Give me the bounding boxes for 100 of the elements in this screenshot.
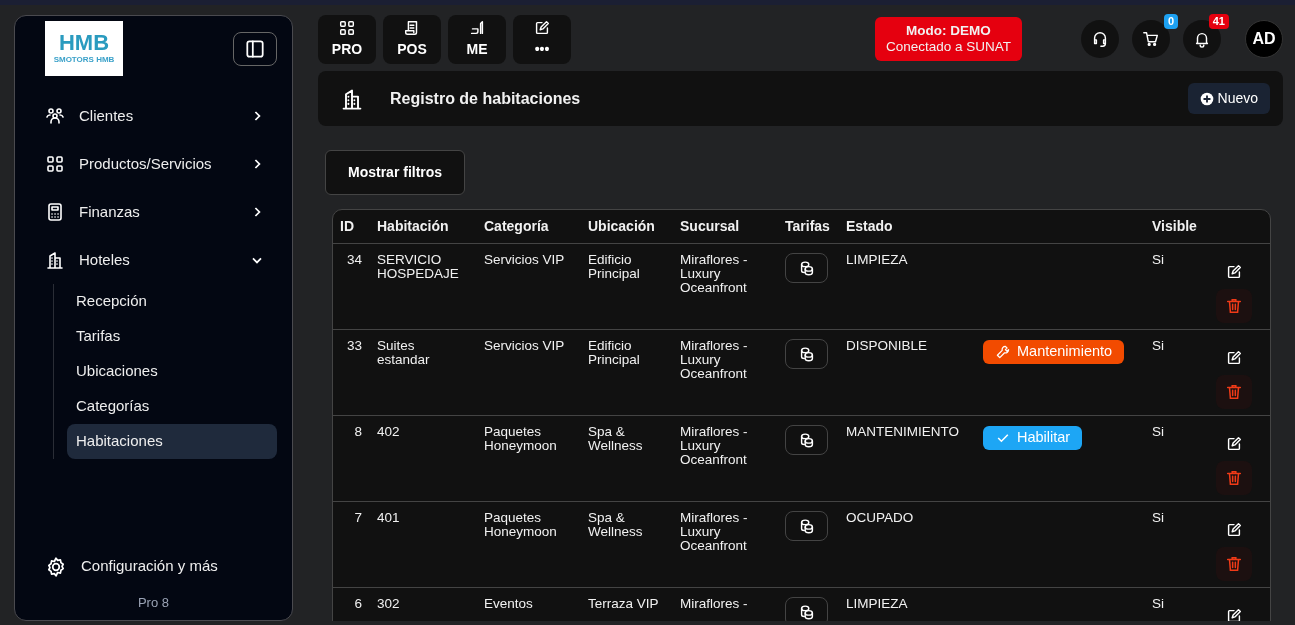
table-cell-text: Si bbox=[1151, 253, 1165, 269]
sidebar-item[interactable]: Productos/Servicios bbox=[30, 140, 277, 188]
status-text: DISPONIBLE bbox=[845, 339, 929, 355]
submenu-item[interactable]: Ubicaciones bbox=[67, 354, 277, 389]
column-header: Ubicación bbox=[587, 217, 656, 236]
logo-caption: SMOTORS HMB bbox=[53, 53, 115, 66]
submenu-item[interactable]: Recepción bbox=[67, 284, 277, 319]
delete-button[interactable] bbox=[1216, 547, 1252, 581]
table-cell-text: 7 bbox=[353, 511, 363, 527]
support-button[interactable] bbox=[1081, 20, 1119, 58]
table-cell-text: 8 bbox=[353, 425, 363, 441]
table-cell-text: Spa & Wellness bbox=[587, 511, 644, 542]
trash-icon bbox=[1225, 383, 1243, 401]
bell-icon bbox=[1193, 30, 1211, 48]
table-cell-text: Si bbox=[1151, 511, 1165, 527]
table-cell-text: Servicios VIP bbox=[483, 253, 566, 269]
table-cell-text: Miraflores - Luxury Oceanfront bbox=[679, 511, 749, 556]
settings-link[interactable]: Configuración y más bbox=[30, 542, 277, 591]
table-cell-text: Paquetes Honeymoon bbox=[483, 425, 558, 456]
table-cell-text: Si bbox=[1151, 339, 1165, 355]
sidebar-item[interactable]: Clientes bbox=[30, 92, 277, 140]
trash-icon bbox=[1225, 297, 1243, 315]
sidebar-icon bbox=[244, 38, 266, 60]
table-cell-text: Miraflores - bbox=[679, 597, 749, 613]
cart-button[interactable] bbox=[1132, 20, 1170, 58]
column-header: Categoría bbox=[483, 217, 550, 236]
show-filters-button[interactable]: Mostrar filtros bbox=[325, 150, 466, 195]
table-cell-text: Terraza VIP bbox=[587, 597, 660, 613]
table-cell-text: Miraflores - Luxury Oceanfront bbox=[679, 339, 749, 384]
building-icon bbox=[45, 250, 65, 270]
edit-icon bbox=[1225, 607, 1243, 621]
rates-button[interactable] bbox=[785, 511, 828, 541]
column-header: ID bbox=[339, 217, 355, 236]
toolbar-button[interactable]: ME bbox=[448, 14, 506, 64]
submenu-item[interactable]: Habitaciones bbox=[67, 424, 277, 459]
edit-icon bbox=[1225, 435, 1243, 453]
status-text: LIMPIEZA bbox=[845, 253, 909, 269]
delete-button[interactable] bbox=[1216, 289, 1252, 323]
table-cell-text: 401 bbox=[376, 511, 401, 527]
wrench-icon bbox=[995, 344, 1011, 360]
sidebar-item[interactable]: Hoteles bbox=[30, 236, 277, 284]
new-button[interactable]: Nuevo bbox=[1187, 83, 1270, 114]
status-text: MANTENIMIENTO bbox=[845, 425, 960, 441]
table-cell-text: Si bbox=[1151, 425, 1165, 441]
version-label: Pro 8 bbox=[136, 593, 171, 612]
table-cell-text: Si bbox=[1151, 597, 1165, 613]
count-badge: 41 bbox=[1208, 14, 1229, 29]
table-cell-text: Paquetes Honeymoon bbox=[483, 511, 558, 542]
status-text: OCUPADO bbox=[845, 511, 915, 527]
table-cell-text: Suites estandar bbox=[376, 339, 431, 370]
column-header: Visible bbox=[1151, 217, 1198, 236]
column-header: Tarifas bbox=[784, 217, 831, 236]
table-cell-text: 33 bbox=[345, 339, 363, 355]
rates-button[interactable] bbox=[785, 597, 828, 621]
trash-icon bbox=[1225, 555, 1243, 573]
column-header: Estado bbox=[845, 217, 894, 236]
user-avatar[interactable]: AD bbox=[1245, 20, 1283, 58]
toolbar-button[interactable]: POS bbox=[383, 14, 441, 64]
table-cell-text: Miraflores - Luxury Oceanfront bbox=[679, 425, 749, 470]
grid-icon bbox=[338, 18, 356, 37]
edit-icon bbox=[1225, 521, 1243, 539]
table-cell-text: Miraflores - Luxury Oceanfront bbox=[679, 253, 749, 298]
rates-button[interactable] bbox=[785, 253, 828, 283]
edit-icon bbox=[1225, 263, 1243, 281]
column-header: Sucursal bbox=[679, 217, 741, 236]
table-cell-text: Spa & Wellness bbox=[587, 425, 644, 456]
pen-icon bbox=[468, 18, 486, 37]
toolbar-button[interactable]: PRO bbox=[318, 14, 376, 64]
rates-button[interactable] bbox=[785, 339, 828, 369]
table-cell-text: 34 bbox=[345, 253, 363, 269]
maintenance-button[interactable]: Mantenimiento bbox=[983, 340, 1125, 364]
table-cell-text: SERVICIO HOSPEDAJE bbox=[376, 253, 460, 284]
cart-icon bbox=[1142, 30, 1160, 48]
page-title: Registro de habitaciones bbox=[390, 88, 582, 109]
table-cell-text: Eventos bbox=[483, 597, 534, 613]
logo-mark: HMB bbox=[58, 31, 110, 54]
mode-subtitle: Conectado a SUNAT bbox=[885, 39, 1011, 56]
plus-circle-icon bbox=[1199, 91, 1214, 106]
trash-icon bbox=[1225, 469, 1243, 487]
people-icon bbox=[45, 106, 65, 126]
delete-button[interactable] bbox=[1216, 375, 1252, 409]
calculator-icon bbox=[45, 202, 65, 222]
sidebar-toggle-button[interactable] bbox=[233, 32, 277, 66]
rates-button[interactable] bbox=[785, 425, 828, 455]
table-cell-text: Edificio Principal bbox=[587, 339, 641, 370]
submenu-item[interactable]: Categorías bbox=[67, 389, 277, 424]
delete-button[interactable] bbox=[1216, 461, 1252, 495]
column-header: Habitación bbox=[376, 217, 450, 236]
table-cell-text: 6 bbox=[353, 597, 363, 613]
grid-icon bbox=[45, 154, 65, 174]
edit-icon bbox=[1225, 349, 1243, 367]
submenu-item[interactable]: Tarifas bbox=[67, 319, 277, 354]
status-text: LIMPIEZA bbox=[845, 597, 909, 613]
sidebar-item[interactable]: Finanzas bbox=[30, 188, 277, 236]
table-cell-text: Servicios VIP bbox=[483, 339, 566, 355]
table-cell-text: 302 bbox=[376, 597, 401, 613]
toolbar-button[interactable]: ••• bbox=[513, 14, 571, 64]
mode-title: Modo: DEMO bbox=[905, 22, 992, 39]
settings-icon bbox=[45, 555, 67, 578]
table-cell-text: Edificio Principal bbox=[587, 253, 641, 284]
